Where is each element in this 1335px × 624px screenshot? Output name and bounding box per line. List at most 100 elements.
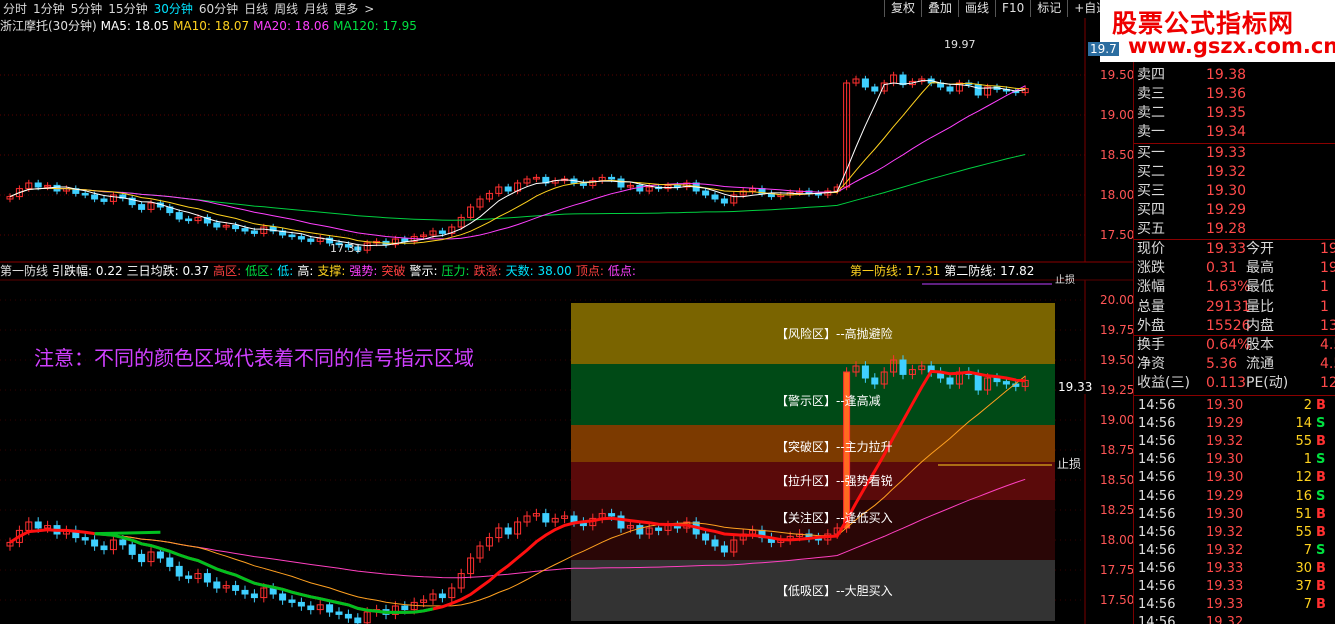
stat-label: PE(动) (1246, 375, 1289, 392)
candle-body (175, 212, 183, 220)
tick-price: 19.32 (1206, 542, 1244, 558)
tick-price: 19.33 (1206, 560, 1244, 576)
indicator-tick: 18.00 (1100, 533, 1135, 547)
stat-label: 总量 (1137, 298, 1165, 315)
book-price: 19.34 (1206, 124, 1247, 140)
indicator-legend-item: 高区: (213, 264, 242, 278)
stat-value: 29131 (1206, 298, 1251, 315)
price-tick: 17.50 (1100, 228, 1135, 242)
tick-row: 14:56 19.30 51 B (1134, 506, 1335, 524)
candle-body (232, 224, 240, 230)
tick-time: 14:56 (1138, 398, 1176, 413)
order-book-row: 卖三 19.36 (1134, 85, 1335, 104)
tick-row: 14:56 19.29 14 S (1134, 415, 1335, 433)
tick-side: S (1316, 542, 1326, 558)
candle-body (326, 604, 334, 613)
stat-label: 今开 (1246, 241, 1274, 257)
candle-body (946, 86, 954, 92)
tick-side: B (1316, 470, 1326, 486)
tick-price: 19.33 (1206, 579, 1244, 594)
stat-label: 净资 (1137, 356, 1165, 373)
tick-time: 14:56 (1138, 452, 1176, 468)
tick-price: 19.32 (1206, 615, 1244, 624)
legend-item: MA120: 17.95 (333, 19, 417, 33)
candle-body (81, 192, 89, 196)
book-price: 19.33 (1206, 145, 1247, 161)
indicator-badge: 19.33 (1058, 380, 1093, 394)
stat-row: 涨幅 1.63% 最低 1 (1134, 278, 1335, 297)
stat-value: 0.113 (1206, 375, 1247, 392)
book-label: 卖四 (1137, 67, 1165, 83)
logo-url: www.gszx.com.cn (1128, 34, 1335, 58)
candle-body (871, 86, 879, 92)
stat-value: 19.33 (1206, 241, 1247, 257)
tick-volume: 55 (1295, 434, 1312, 450)
tick-time: 14:56 (1138, 542, 1176, 558)
candle-body (702, 190, 710, 196)
book-price: 19.38 (1206, 67, 1247, 83)
candle-body (175, 565, 183, 577)
zone-label: 【低吸区】--大胆买入 (776, 584, 893, 598)
price-tick: 18.50 (1100, 148, 1135, 162)
stat-row: 换手 0.64%股本 4.5 (1134, 336, 1335, 355)
stat-value: 5.36 (1206, 356, 1238, 373)
candle-body (128, 544, 136, 555)
candle-body (720, 198, 728, 204)
candle-body (81, 537, 89, 541)
indicator-tick: 17.75 (1100, 563, 1135, 577)
candle-body (946, 377, 954, 385)
book-label: 买三 (1137, 183, 1165, 199)
candle-body (34, 521, 42, 529)
tick-side: B (1316, 597, 1326, 613)
tick-row: 14:56 19.33 30 B (1134, 560, 1335, 578)
candle-body (100, 545, 108, 551)
tick-volume: 2 (1303, 398, 1312, 413)
indicator-tick: 19.75 (1100, 323, 1135, 337)
tick-time: 14:56 (1138, 506, 1176, 522)
candle-body (861, 78, 869, 88)
candle-body (138, 204, 146, 210)
tick-side: B (1316, 398, 1326, 413)
tick-side: B (1316, 524, 1326, 540)
separator (1134, 143, 1335, 144)
candle-body (307, 605, 315, 611)
stat-label: 涨幅 (1137, 279, 1165, 296)
stat-row: 涨跌 0.31 最高 19 (1134, 259, 1335, 278)
legend-item: 浙江摩托(30分钟) (0, 19, 97, 33)
indicator-legend-item: 低区: (245, 264, 274, 278)
low-price-label: 17.31 (330, 242, 362, 255)
stat-value: 13 (1320, 317, 1335, 334)
tick-row: 14:56 19.33 37 B (1134, 578, 1335, 596)
indicator-legend-item: 支撑: (317, 264, 346, 278)
candle-body (655, 527, 663, 531)
tick-price: 19.30 (1206, 506, 1244, 522)
stat-value: 1 (1320, 279, 1329, 296)
stat-label: 量比 (1246, 298, 1274, 315)
candle-body (250, 593, 258, 599)
tick-row: 14:56 19.29 16 S (1134, 488, 1335, 506)
tick-time: 14:56 (1138, 524, 1176, 540)
stat-value: 19 (1320, 260, 1335, 277)
indicator-tick: 19.50 (1100, 353, 1135, 367)
order-book-row: 买一 19.33 (1134, 144, 1335, 163)
indicator-tick: 17.50 (1100, 593, 1135, 607)
book-price: 19.30 (1206, 183, 1247, 199)
high-price-label: 19.97 (944, 38, 976, 51)
stat-label: 现价 (1137, 241, 1165, 257)
candle-body (241, 228, 249, 232)
stat-row: 收益(三) 0.113PE(动) 12 (1134, 374, 1335, 393)
tick-time: 14:56 (1138, 560, 1176, 576)
zone-label: 【风险区】--高抛避险 (776, 327, 893, 341)
kline-chart[interactable]: 19.9717.31止损止损 (0, 0, 1133, 624)
tick-price: 19.32 (1206, 524, 1244, 540)
indicator-tick: 18.50 (1100, 473, 1135, 487)
indicator-legend-item: 警示: (409, 264, 438, 278)
indicator-legend-item: 引跌幅: 0.22 (52, 264, 123, 278)
candle-body (711, 194, 719, 200)
indicator-legend-item: 跌涨: (473, 264, 502, 278)
price-tick: 19.00 (1100, 108, 1135, 122)
candle-body (297, 601, 305, 607)
tick-time: 14:56 (1138, 470, 1176, 486)
zone-label: 【关注区】--逢低买入 (776, 511, 893, 525)
stat-value: 4.5 (1320, 356, 1335, 373)
